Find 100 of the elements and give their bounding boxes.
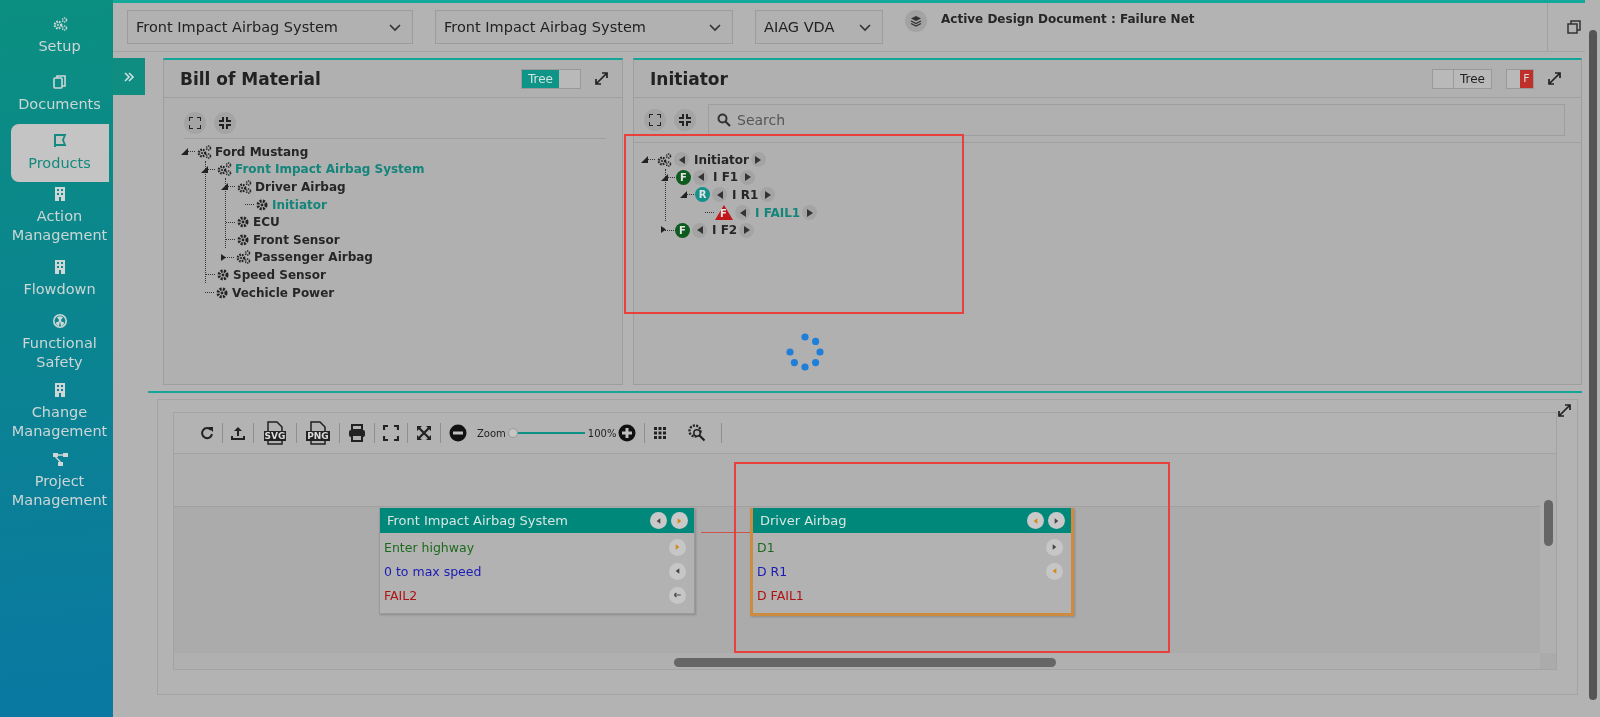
collapse-all-button[interactable] (214, 112, 236, 134)
expanded-toggle-icon[interactable] (201, 165, 208, 173)
collapse-icon[interactable] (679, 114, 691, 126)
toggle-switch[interactable]: Tree (521, 68, 581, 89)
node-row[interactable]: Enter highway (384, 539, 665, 555)
node-row[interactable]: 0 to max speed (384, 563, 665, 579)
gear-search-icon[interactable] (687, 423, 708, 443)
toggle-switch[interactable]: Tree (1432, 68, 1492, 89)
next-button[interactable] (740, 169, 756, 185)
collapsed-toggle-icon[interactable] (660, 226, 667, 234)
active-document-label: Active Design Document : Failure Net (941, 12, 1195, 26)
maximize-icon[interactable] (1548, 72, 1561, 85)
caret-right-icon[interactable] (743, 226, 750, 235)
scrollbar-thumb[interactable] (1544, 500, 1553, 546)
collapsed-toggle-icon[interactable] (220, 253, 227, 261)
toggle-switch[interactable]: F (1506, 68, 1534, 89)
next-button[interactable] (739, 222, 755, 238)
sidebar-item[interactable]: Setup (10, 8, 109, 66)
slider-thumb[interactable] (507, 428, 518, 438)
maximize-icon[interactable] (1558, 404, 1571, 417)
expand-icon[interactable] (649, 114, 661, 126)
arrow-left-icon[interactable] (672, 590, 683, 600)
diagram-node[interactable]: Front Impact Airbag System Enter highway 0 to max speed FAIL2 (379, 508, 695, 614)
node-row[interactable]: D R1 (757, 563, 1042, 579)
previous-button[interactable] (692, 222, 707, 238)
refresh-icon[interactable] (200, 426, 214, 440)
tree-item[interactable]: Initiator (694, 152, 749, 167)
restore-window-icon[interactable] (1567, 20, 1581, 34)
tree-item[interactable]: I R1 (732, 188, 759, 202)
next-button[interactable] (760, 187, 776, 203)
port-button[interactable] (669, 562, 686, 580)
node-row[interactable]: D FAIL1 (757, 587, 1063, 603)
zoom-out-icon[interactable] (449, 424, 467, 442)
previous-button[interactable] (693, 169, 708, 185)
gear-icon (255, 197, 269, 212)
collapse-icon[interactable] (219, 117, 231, 129)
previous-button[interactable] (674, 152, 689, 168)
double-chevron-icon[interactable] (124, 71, 134, 82)
node-title: Front Impact Airbag System (387, 513, 570, 528)
next-button[interactable] (802, 205, 818, 221)
expanded-toggle-icon[interactable] (661, 173, 668, 181)
layers-button[interactable] (905, 10, 927, 32)
expand-icon[interactable] (189, 117, 201, 129)
dropdown[interactable]: AIAG VDA (755, 10, 883, 44)
sidebar-item[interactable]: Functional Safety (10, 309, 109, 378)
grid-icon[interactable] (653, 426, 668, 440)
expand-all-button[interactable] (644, 109, 666, 131)
tree-item[interactable]: I F1 (713, 170, 739, 185)
scrollbar-thumb[interactable] (674, 658, 1056, 667)
expand-all-button[interactable] (184, 112, 206, 134)
next-button[interactable] (750, 152, 766, 168)
dropdown[interactable]: Front Impact Airbag System (435, 10, 733, 44)
expanded-toggle-icon[interactable] (221, 183, 228, 191)
tree-item[interactable]: Ford Mustang (215, 144, 309, 159)
expanded-toggle-icon[interactable] (181, 148, 188, 155)
tree-item[interactable]: Speed Sensor (233, 267, 326, 282)
dropdown[interactable]: Front Impact Airbag System (127, 10, 413, 44)
caret-left-icon[interactable] (739, 208, 746, 217)
caret-right-icon[interactable] (764, 191, 771, 199)
print-icon[interactable] (348, 424, 366, 442)
port-button[interactable] (1046, 538, 1063, 556)
previous-button[interactable] (735, 205, 750, 221)
previous-button[interactable] (712, 187, 727, 203)
flag-icon (51, 133, 68, 149)
panel-title: Initiator (650, 68, 729, 89)
chevron-down-icon (388, 21, 402, 33)
node-row[interactable]: FAIL2 (384, 587, 665, 603)
expanded-toggle-icon[interactable] (641, 156, 648, 163)
tree-item[interactable]: I F2 (712, 223, 738, 238)
maximize-icon[interactable] (595, 72, 608, 85)
sidebar-item[interactable]: Action Management (10, 182, 109, 251)
caret-left-icon[interactable] (678, 155, 685, 164)
caret-left-icon[interactable] (696, 226, 703, 235)
expand-icon[interactable] (416, 425, 432, 441)
zoom-slider[interactable] (508, 428, 585, 438)
sidebar-item[interactable]: Flowdown (10, 251, 109, 309)
zoom-in-icon[interactable] (618, 424, 637, 442)
expanded-toggle-icon[interactable] (680, 191, 687, 199)
scrollbar-thumb[interactable] (1589, 30, 1597, 700)
tree-item[interactable]: ECU (253, 215, 280, 230)
caret-right-icon[interactable] (806, 208, 813, 217)
tree-item[interactable]: Front Sensor (253, 232, 340, 247)
caret-left-icon[interactable] (716, 191, 723, 199)
tree-item[interactable]: Vechicle Power (232, 285, 335, 300)
export-file-button[interactable]: PNG (297, 421, 339, 445)
tree-item[interactable]: Driver Airbag (255, 180, 346, 194)
node-row[interactable]: D1 (757, 539, 1042, 555)
diagram-node[interactable]: Driver Airbag D1 D R1 D FAIL1 (750, 508, 1074, 616)
tree-item[interactable]: Passenger Airbag (254, 250, 373, 265)
caret-left-icon[interactable] (697, 173, 704, 182)
badge-letter: F (720, 208, 727, 220)
sidebar-item[interactable]: Project Management (10, 447, 109, 516)
sidebar-item[interactable]: Change Management (10, 378, 109, 447)
upload-icon[interactable] (231, 426, 245, 440)
layers-icon[interactable] (910, 15, 922, 27)
sidebar-item[interactable]: Documents (10, 66, 109, 124)
fit-icon[interactable] (383, 425, 399, 441)
collapse-all-button[interactable] (674, 109, 696, 131)
search-field[interactable]: Search (708, 104, 1565, 136)
export-file-button[interactable]: SVG (254, 421, 296, 445)
